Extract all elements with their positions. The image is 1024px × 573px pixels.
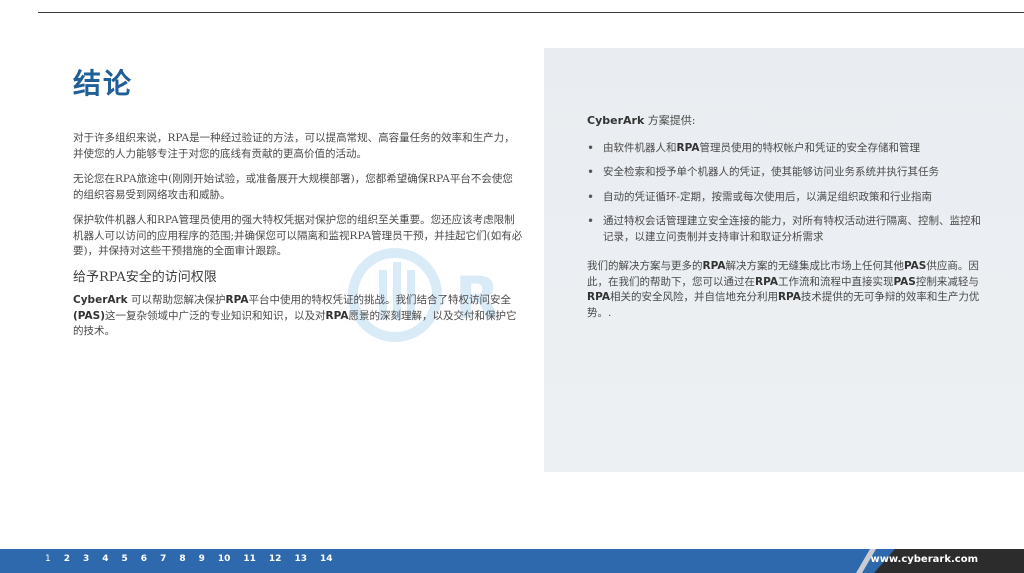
website-link[interactable]: www.cyberark.com — [870, 554, 978, 565]
left-column: 对于许多组织来说，RPA是一种经过验证的方法，可以提高常规、高容量任务的效率和生… — [73, 131, 523, 350]
page-link-9[interactable]: 9 — [199, 554, 205, 564]
page-link-7[interactable]: 7 — [160, 554, 166, 564]
page-link-10[interactable]: 10 — [218, 554, 231, 564]
offering-list: 由软件机器人和RPA管理员使用的特权帐户和凭证的安全存储和管理 安全检索和授予单… — [587, 141, 987, 246]
page-link-1[interactable]: 1 — [45, 554, 51, 564]
footer-bar: 1 2 3 4 5 6 7 8 9 10 11 12 13 14 www.cyb… — [0, 549, 1024, 573]
list-item: 自动的凭证循环-定期，按需或每次使用后，以满足组织政策和行业指南 — [587, 190, 987, 206]
brand-name: CyberArk — [73, 294, 128, 306]
protection-paragraph: 保护软件机器人和RPA管理员使用的强大特权凭据对保护您的组织至关重要。您还应该考… — [73, 214, 523, 257]
page-link-2[interactable]: 2 — [64, 554, 70, 564]
list-item: 安全检索和授予单个机器人的凭证，使其能够访问业务系统并执行其任务 — [587, 165, 987, 181]
section-subheading: 给予RPA安全的访问权限 — [73, 269, 217, 285]
page-link-12[interactable]: 12 — [269, 554, 282, 564]
integration-paragraph: 我们的解决方案与更多的RPA解决方案的无缝集成比市场上任何其他PAS供应商。因此… — [587, 260, 980, 319]
top-rule — [38, 12, 1024, 13]
page-link-3[interactable]: 3 — [83, 554, 89, 564]
page-link-11[interactable]: 11 — [243, 554, 256, 564]
page-link-4[interactable]: 4 — [102, 554, 108, 564]
page-link-13[interactable]: 13 — [294, 554, 307, 564]
offering-heading: CyberArk 方案提供: — [587, 114, 696, 127]
list-item: 由软件机器人和RPA管理员使用的特权帐户和凭证的安全存储和管理 — [587, 141, 987, 157]
right-column: CyberArk 方案提供: 由软件机器人和RPA管理员使用的特权帐户和凭证的安… — [587, 113, 987, 321]
page-link-6[interactable]: 6 — [141, 554, 147, 564]
page-link-14[interactable]: 14 — [320, 554, 333, 564]
page-title: 结论 — [73, 67, 134, 100]
page-link-5[interactable]: 5 — [122, 554, 128, 564]
intro-paragraph: 对于许多组织来说，RPA是一种经过验证的方法，可以提高常规、高容量任务的效率和生… — [73, 132, 515, 160]
page-link-8[interactable]: 8 — [179, 554, 185, 564]
list-item: 通过特权会话管理建立安全连接的能力，对所有特权活动进行隔离、控制、监控和记录，以… — [587, 214, 987, 245]
page-navigation: 1 2 3 4 5 6 7 8 9 10 11 12 13 14 — [45, 554, 346, 564]
journey-paragraph: 无论您在RPA旅途中(刚刚开始试验，或准备展开大规模部署)，您都希望确保RPA平… — [73, 173, 513, 201]
cyberark-paragraph: CyberArk 可以帮助您解决保护RPA平台中使用的特权凭证的挑战。我们结合了… — [73, 294, 517, 337]
